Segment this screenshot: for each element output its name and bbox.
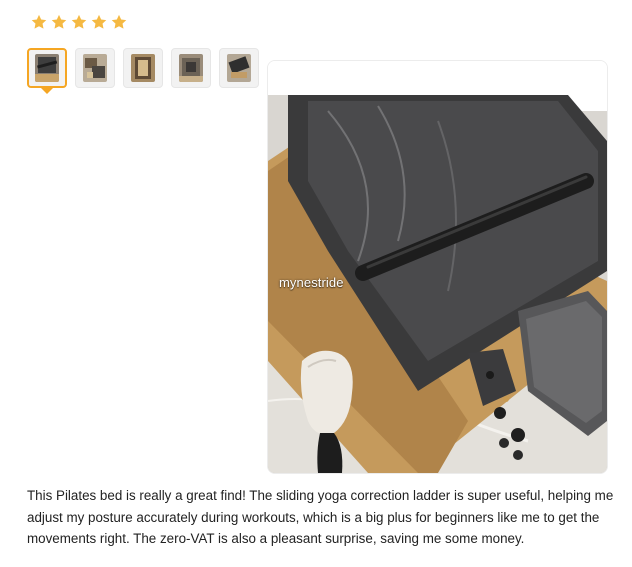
thumbnail-1[interactable] xyxy=(27,48,67,94)
thumbnail-strip xyxy=(27,48,259,94)
star-icon xyxy=(51,14,67,29)
star-icon xyxy=(31,14,47,29)
star-icon xyxy=(111,14,127,29)
star-icon xyxy=(71,14,87,29)
thumbnail-3[interactable] xyxy=(123,48,163,88)
photo-thumbnail xyxy=(179,54,203,82)
thumbnail-2[interactable] xyxy=(75,48,115,88)
thumbnail-5[interactable] xyxy=(219,48,259,88)
main-photo-viewer[interactable]: mynestride xyxy=(267,60,608,474)
rating-stars xyxy=(30,13,128,31)
review-text: This Pilates bed is really a great find!… xyxy=(27,488,614,546)
photo-watermark: mynestride xyxy=(279,275,344,290)
photo-thumbnail xyxy=(131,54,155,82)
photo-thumbnail xyxy=(83,54,107,82)
thumbnail-4[interactable] xyxy=(171,48,211,88)
review-photo xyxy=(268,61,607,473)
photo-thumbnail xyxy=(227,54,251,82)
active-thumbnail-pointer xyxy=(41,88,53,94)
star-icon xyxy=(91,14,107,29)
photo-thumbnail xyxy=(35,54,59,82)
